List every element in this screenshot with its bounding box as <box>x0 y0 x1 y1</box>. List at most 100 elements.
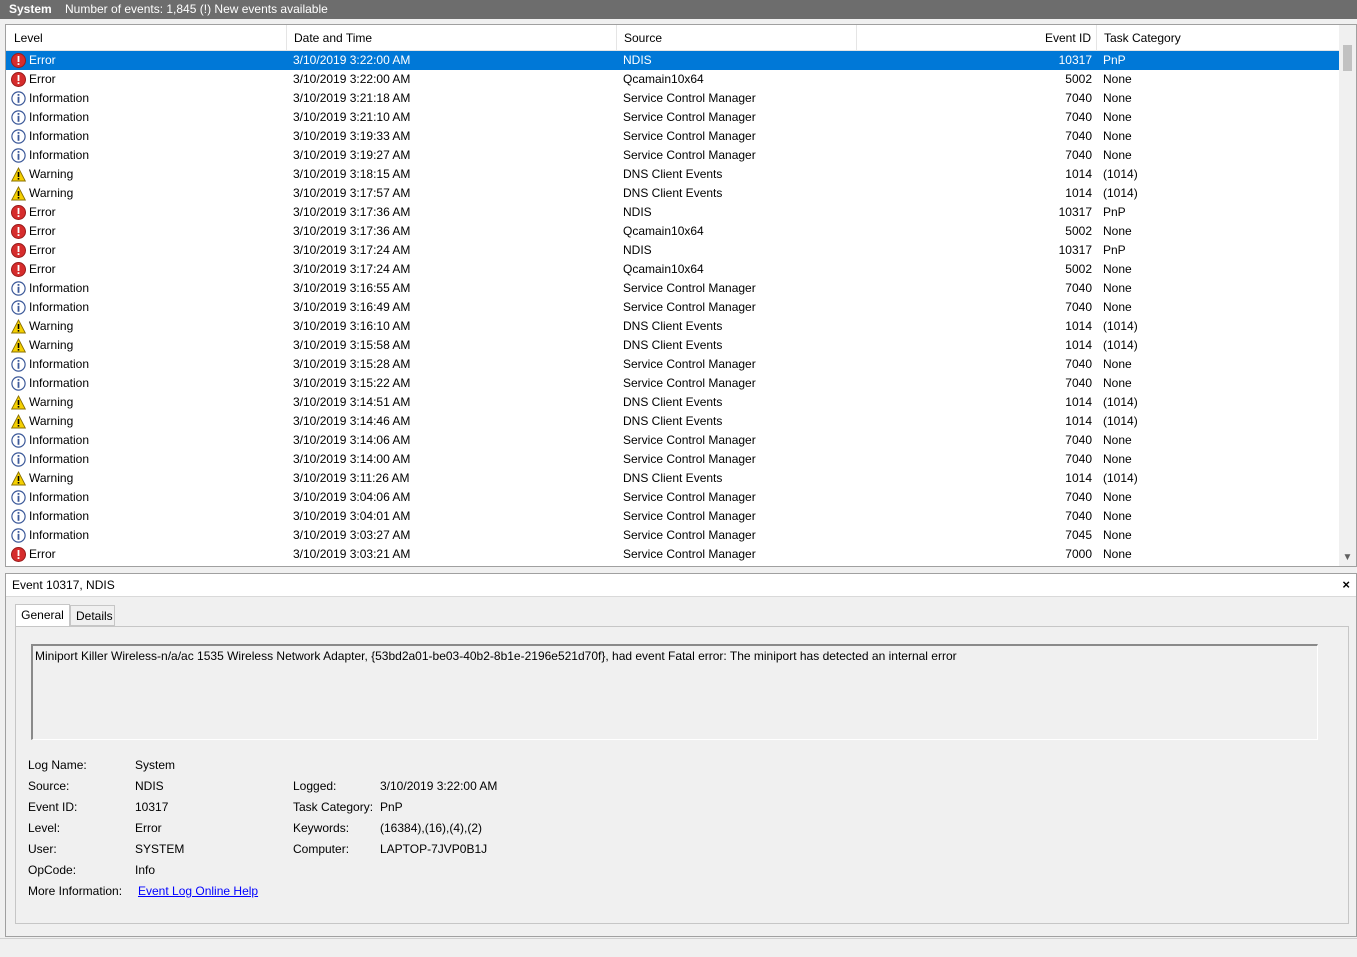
cell-event-id: 1014 <box>1065 471 1092 485</box>
cell-level: Information <box>29 528 90 542</box>
cell-event-id: 1014 <box>1065 319 1092 333</box>
table-row[interactable]: Information 3/10/2019 3:14:06 AM Service C… <box>6 431 1339 450</box>
value-computer: LAPTOP-7JVP0B1J <box>380 842 488 856</box>
error-icon <box>11 205 26 220</box>
table-row[interactable]: Error 3/10/2019 3:17:24 AM Qcamain10x64 500… <box>6 260 1339 279</box>
cell-event-id: 1014 <box>1065 167 1092 181</box>
vertical-scrollbar[interactable]: ▼ <box>1339 25 1356 566</box>
table-row[interactable]: Error 3/10/2019 3:17:24 AM NDIS 10317 PnP <box>6 241 1339 260</box>
value-opcode: Info <box>135 863 156 877</box>
warning-icon <box>11 414 26 429</box>
table-row[interactable]: Information 3/10/2019 3:04:01 AM Service C… <box>6 507 1339 526</box>
label-log-name: Log Name: <box>28 758 87 772</box>
value-level: Error <box>135 821 162 835</box>
label-logged: Logged: <box>293 779 337 793</box>
error-icon <box>11 243 26 258</box>
column-header-level[interactable]: Level <box>6 25 287 50</box>
tab-general[interactable]: General <box>15 604 70 627</box>
cell-date-time: 3/10/2019 3:16:10 AM <box>293 319 411 333</box>
table-row[interactable]: Error 3/10/2019 3:03:21 AM Service Control… <box>6 545 1339 564</box>
events-table[interactable]: Level Date and Time Source Event ID Task… <box>5 24 1357 567</box>
close-icon[interactable]: × <box>1342 574 1350 596</box>
cell-task-category: None <box>1103 509 1132 523</box>
column-header-task-category[interactable]: Task Category <box>1097 25 1339 50</box>
label-computer: Computer: <box>293 842 350 856</box>
table-row[interactable]: Information 3/10/2019 3:19:27 AM Service C… <box>6 146 1339 165</box>
column-header-date-time[interactable]: Date and Time <box>287 25 617 50</box>
cell-date-time: 3/10/2019 3:17:36 AM <box>293 224 411 238</box>
info-icon <box>11 110 26 125</box>
cell-source: Service Control Manager <box>623 148 756 162</box>
event-message-box[interactable]: Miniport Killer Wireless-n/a/ac 1535 Wir… <box>31 644 1318 740</box>
cell-event-id: 5002 <box>1065 72 1092 86</box>
cell-level: Error <box>29 262 56 276</box>
info-icon <box>11 357 26 372</box>
cell-source: DNS Client Events <box>623 395 723 409</box>
cell-date-time: 3/10/2019 3:22:00 AM <box>293 72 411 86</box>
table-row[interactable]: Warning 3/10/2019 3:16:10 AM DNS Client Ev… <box>6 317 1339 336</box>
value-source: NDIS <box>135 779 164 793</box>
cell-task-category: None <box>1103 281 1132 295</box>
cell-event-id: 1014 <box>1065 414 1092 428</box>
cell-date-time: 3/10/2019 3:19:27 AM <box>293 148 411 162</box>
cell-level: Warning <box>29 395 74 409</box>
cell-task-category: PnP <box>1103 243 1126 257</box>
cell-event-id: 1014 <box>1065 395 1092 409</box>
table-row[interactable]: Error 3/10/2019 3:17:36 AM NDIS 10317 PnP <box>6 203 1339 222</box>
cell-source: NDIS <box>623 243 652 257</box>
table-row[interactable]: Information 3/10/2019 3:15:22 AM Service C… <box>6 374 1339 393</box>
cell-event-id: 7040 <box>1065 129 1092 143</box>
cell-source: DNS Client Events <box>623 319 723 333</box>
table-row[interactable]: Information 3/10/2019 3:21:18 AM Service C… <box>6 89 1339 108</box>
cell-level: Warning <box>29 338 74 352</box>
info-icon <box>11 300 26 315</box>
table-row[interactable]: Error 3/10/2019 3:17:36 AM Qcamain10x64 500… <box>6 222 1339 241</box>
table-row[interactable]: Information 3/10/2019 3:19:33 AM Service C… <box>6 127 1339 146</box>
table-row[interactable]: Information 3/10/2019 3:14:00 AM Service C… <box>6 450 1339 469</box>
column-header-event-id[interactable]: Event ID <box>857 25 1097 50</box>
cell-task-category: (1014) <box>1103 414 1138 428</box>
table-row[interactable]: Error 3/10/2019 3:22:00 AM Qcamain10x64 500… <box>6 70 1339 89</box>
cell-level: Information <box>29 281 90 295</box>
info-icon <box>11 376 26 391</box>
cell-source: Service Control Manager <box>623 433 756 447</box>
cell-date-time: 3/10/2019 3:04:06 AM <box>293 490 411 504</box>
cell-event-id: 7040 <box>1065 281 1092 295</box>
detail-title: Event 10317, NDIS <box>12 578 115 592</box>
table-row[interactable]: Information 3/10/2019 3:16:49 AM Service C… <box>6 298 1339 317</box>
warning-icon <box>11 167 26 182</box>
cell-date-time: 3/10/2019 3:21:18 AM <box>293 91 411 105</box>
cell-task-category: None <box>1103 224 1132 238</box>
table-row[interactable]: Warning 3/10/2019 3:17:57 AM DNS Client Ev… <box>6 184 1339 203</box>
table-row[interactable]: Warning 3/10/2019 3:15:58 AM DNS Client Ev… <box>6 336 1339 355</box>
table-row[interactable]: Warning 3/10/2019 3:18:15 AM DNS Client Ev… <box>6 165 1339 184</box>
cell-event-id: 7000 <box>1065 547 1092 561</box>
cell-level: Warning <box>29 414 74 428</box>
cell-level: Error <box>29 53 56 67</box>
cell-level: Information <box>29 300 90 314</box>
table-row[interactable]: Error 3/10/2019 3:22:00 AM NDIS 10317 PnP <box>6 51 1339 70</box>
cell-date-time: 3/10/2019 3:17:57 AM <box>293 186 411 200</box>
cell-source: DNS Client Events <box>623 338 723 352</box>
table-row[interactable]: Information 3/10/2019 3:03:27 AM Service C… <box>6 526 1339 545</box>
cell-date-time: 3/10/2019 3:03:27 AM <box>293 528 411 542</box>
table-row[interactable]: Information 3/10/2019 3:04:06 AM Service C… <box>6 488 1339 507</box>
cell-source: Service Control Manager <box>623 110 756 124</box>
event-log-online-help-link[interactable]: Event Log Online Help <box>138 884 258 899</box>
tab-details[interactable]: Details <box>70 605 115 626</box>
scrollbar-thumb[interactable] <box>1343 45 1352 71</box>
cell-task-category: None <box>1103 433 1132 447</box>
general-tab-panel: Miniport Killer Wireless-n/a/ac 1535 Wir… <box>15 626 1349 924</box>
scroll-down-icon[interactable]: ▼ <box>1341 551 1354 564</box>
column-header-source[interactable]: Source <box>617 25 857 50</box>
table-row[interactable]: Warning 3/10/2019 3:14:46 AM DNS Client Ev… <box>6 412 1339 431</box>
table-row[interactable]: Information 3/10/2019 3:21:10 AM Service C… <box>6 108 1339 127</box>
warning-icon <box>11 338 26 353</box>
table-row[interactable]: Warning 3/10/2019 3:11:26 AM DNS Client Ev… <box>6 469 1339 488</box>
cell-date-time: 3/10/2019 3:21:10 AM <box>293 110 411 124</box>
cell-event-id: 7040 <box>1065 376 1092 390</box>
table-row[interactable]: Information 3/10/2019 3:16:55 AM Service C… <box>6 279 1339 298</box>
label-opcode: OpCode: <box>28 863 77 877</box>
table-row[interactable]: Information 3/10/2019 3:15:28 AM Service C… <box>6 355 1339 374</box>
table-row[interactable]: Warning 3/10/2019 3:14:51 AM DNS Client Ev… <box>6 393 1339 412</box>
